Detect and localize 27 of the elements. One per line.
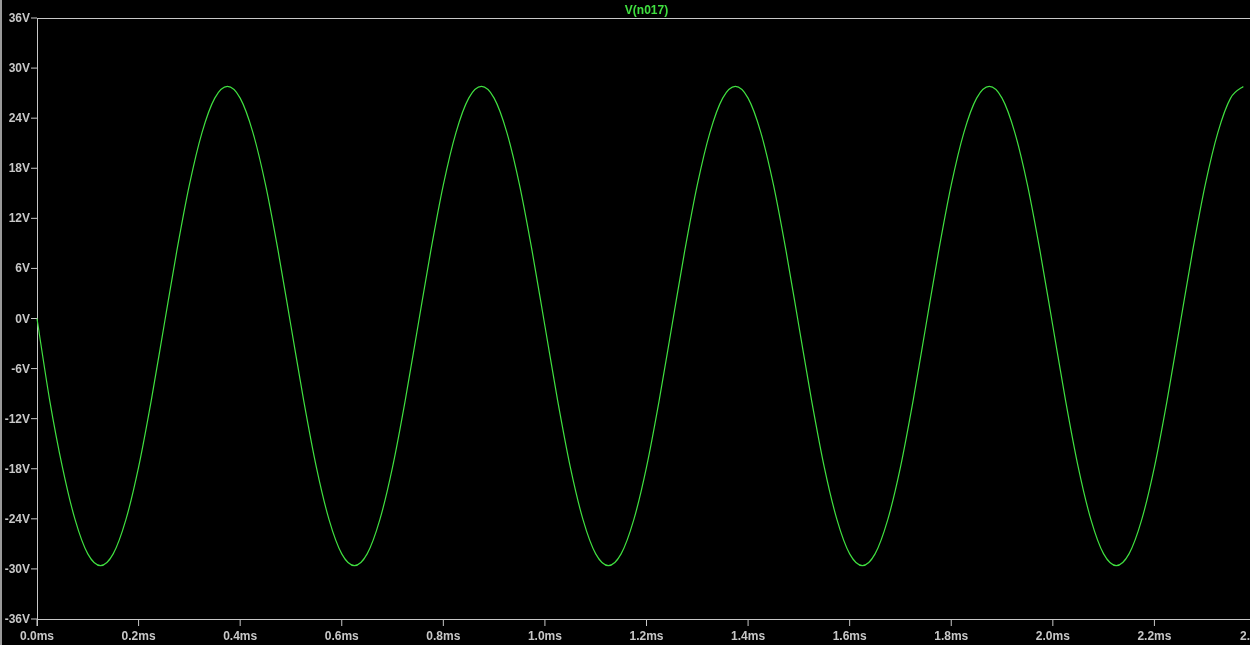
y-tick-label: 24V (8, 111, 30, 126)
x-tick-label: 0.8ms (426, 629, 461, 643)
y-tick-label: 30V (8, 61, 30, 76)
y-tick-label: -30V (4, 561, 30, 576)
x-tick-label: 2.0ms (1035, 629, 1070, 643)
x-tick-label: 2.2ms (1137, 629, 1172, 643)
y-tick-label: 18V (8, 161, 30, 176)
y-tick-label: 0V (15, 311, 30, 326)
x-tick-label: 1.2ms (629, 629, 664, 643)
y-tick-label: 6V (15, 261, 30, 276)
y-tick-label: -6V (11, 361, 30, 376)
x-tick-label: 1.4ms (731, 629, 766, 643)
x-tick-label: 1.6ms (832, 629, 867, 643)
y-tick-label: -24V (4, 511, 30, 526)
y-tick-label: -12V (4, 411, 30, 426)
x-tick-label: 1.0ms (527, 629, 562, 643)
x-tick-label: 0.0ms (20, 629, 54, 643)
y-tick-label: -18V (4, 461, 30, 476)
y-tick-label: 12V (8, 211, 30, 226)
y-tick-label: -36V (4, 612, 30, 626)
x-tick-label: 2. (1240, 629, 1250, 643)
x-tick-label: 0.6ms (324, 629, 359, 643)
x-tick-label: 0.4ms (223, 629, 258, 643)
x-tick-label: 0.2ms (121, 629, 156, 643)
y-tick-label: 36V (8, 11, 30, 25)
trace-label: V(n017) (624, 3, 669, 17)
x-tick-label: 1.8ms (934, 629, 969, 643)
